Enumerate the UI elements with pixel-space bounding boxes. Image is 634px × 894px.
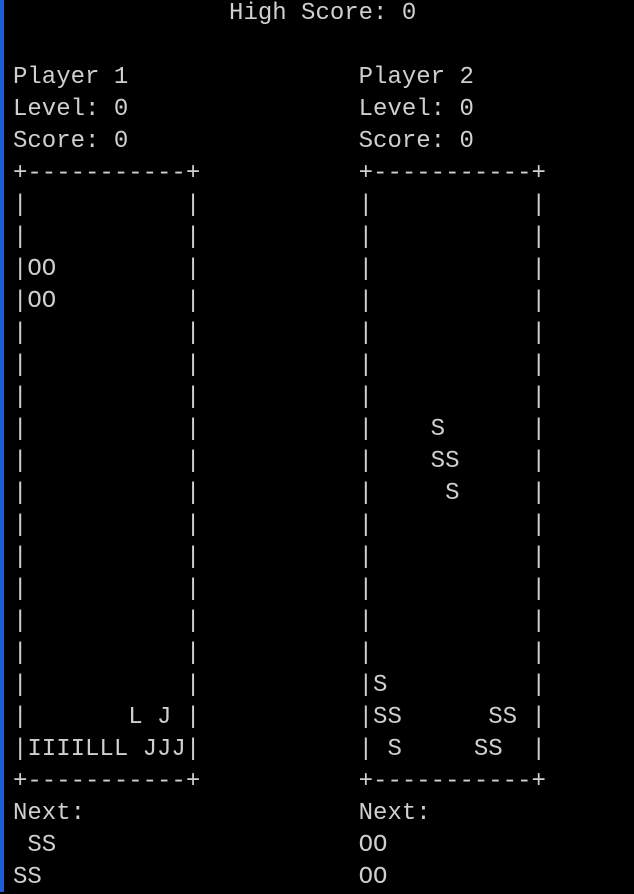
- board-row: |OO | | |: [13, 288, 546, 315]
- board-row: | | | |: [13, 576, 546, 603]
- board-row: | | | S |: [13, 480, 546, 507]
- board-row: | | | |: [13, 192, 546, 219]
- board-row: | | | |: [13, 224, 546, 251]
- board-row: | | | |: [13, 512, 546, 539]
- board-row: | | | S |: [13, 416, 546, 443]
- next-piece-row: SS OO: [13, 832, 388, 859]
- board-row: | | | |: [13, 544, 546, 571]
- board-row: |OO | | |: [13, 256, 546, 283]
- next-label-row: Next: Next:: [13, 800, 431, 827]
- board-row: | | | |: [13, 640, 546, 667]
- player-name-row: Player 1 Player 2: [13, 64, 474, 91]
- high-score-line: High Score: 0: [13, 0, 417, 27]
- board-top-border: +-----------+ +-----------+: [13, 160, 546, 187]
- board-row: | L J | |SS SS |: [13, 704, 546, 731]
- level-row: Level: 0 Level: 0: [13, 96, 474, 123]
- board-bottom-border: +-----------+ +-----------+: [13, 768, 546, 795]
- terminal-window-edge: [0, 0, 4, 892]
- board-row: | | |S |: [13, 672, 546, 699]
- next-piece-row: SS OO: [13, 864, 388, 891]
- board-row: | | | SS |: [13, 448, 546, 475]
- board-row: | | | |: [13, 608, 546, 635]
- board-row: | | | |: [13, 320, 546, 347]
- board-row: | | | |: [13, 352, 546, 379]
- board-row: |IIIILLL JJJ| | S SS |: [13, 736, 546, 763]
- score-row: Score: 0 Score: 0: [13, 128, 474, 155]
- board-row: | | | |: [13, 384, 546, 411]
